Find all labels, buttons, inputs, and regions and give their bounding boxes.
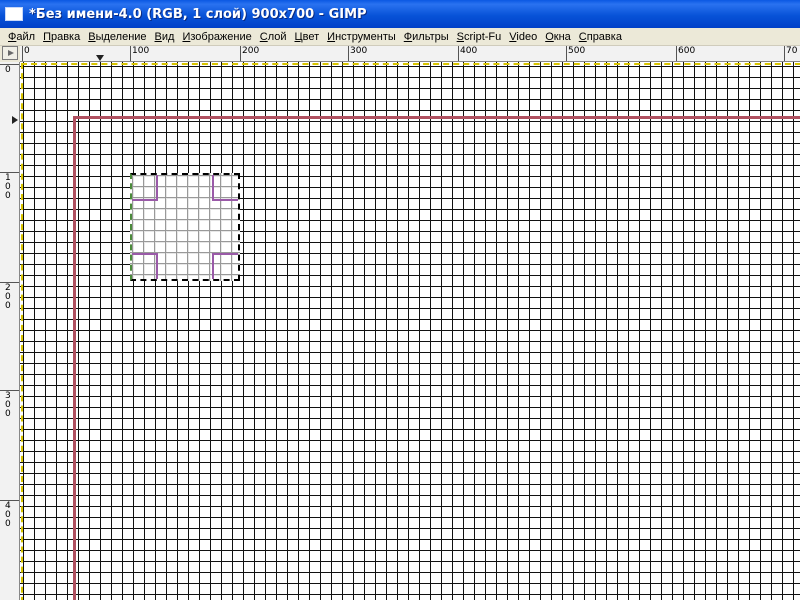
menu-image[interactable]: Изображение	[178, 29, 255, 45]
menu-video[interactable]: Video	[505, 29, 541, 45]
image-canvas[interactable]	[20, 62, 800, 600]
ruler-label-500: 500	[568, 46, 586, 56]
ruler-major-tick	[130, 46, 131, 61]
selection-handle-bottom-right[interactable]	[212, 253, 238, 279]
ruler-major-tick	[784, 46, 785, 61]
menu-view[interactable]: Вид	[151, 29, 179, 45]
ruler-label-400: 400	[5, 501, 11, 529]
vertical-guide[interactable]	[73, 116, 76, 600]
ruler-major-tick	[676, 46, 677, 61]
ruler-label-200: 200	[242, 46, 260, 56]
horizontal-guide[interactable]	[73, 116, 800, 119]
vertical-ruler[interactable]: 0 100 200 300 400	[0, 62, 20, 600]
menu-bar: Файл Правка Выделение Вид Изображение Сл…	[0, 28, 800, 46]
menu-layer[interactable]: Слой	[256, 29, 291, 45]
selection-handle-top-right[interactable]	[212, 175, 238, 201]
ruler-major-tick	[458, 46, 459, 61]
ruler-label-300: 300	[5, 391, 11, 419]
ruler-label-0: 0	[24, 46, 30, 56]
ruler-label-0: 0	[5, 65, 11, 75]
ruler-label-300: 300	[350, 46, 368, 56]
menu-windows[interactable]: Окна	[541, 29, 575, 45]
ruler-major-tick	[348, 46, 349, 61]
menu-help[interactable]: Справка	[575, 29, 626, 45]
horizontal-ruler[interactable]: 0 100 200 300 400 500 600 70	[20, 46, 800, 62]
rectangle-selection[interactable]	[130, 173, 240, 281]
menu-file[interactable]: Файл	[4, 29, 39, 45]
ruler-label-700: 70	[786, 46, 798, 56]
selection-handle-bottom-left[interactable]	[132, 253, 158, 279]
menu-edit[interactable]: Правка	[39, 29, 84, 45]
menu-filters[interactable]: Фильтры	[400, 29, 453, 45]
ruler-major-tick	[22, 46, 23, 61]
ruler-pointer-icon	[12, 116, 18, 124]
ruler-label-400: 400	[460, 46, 478, 56]
menu-colors[interactable]: Цвет	[291, 29, 324, 45]
image-window-icon	[5, 7, 23, 21]
window-title: *Без имени-4.0 (RGB, 1 слой) 900x700 - G…	[29, 6, 367, 22]
title-bar[interactable]: *Без имени-4.0 (RGB, 1 слой) 900x700 - G…	[0, 0, 800, 28]
ruler-label-100: 100	[132, 46, 150, 56]
ruler-label-600: 600	[678, 46, 696, 56]
menu-tools[interactable]: Инструменты	[323, 29, 400, 45]
selection-handle-top-left[interactable]	[132, 175, 158, 201]
ruler-pointer-icon	[96, 55, 104, 61]
ruler-label-100: 100	[5, 173, 11, 201]
ruler-label-200: 200	[5, 283, 11, 311]
ruler-major-tick	[240, 46, 241, 61]
menu-select[interactable]: Выделение	[84, 29, 150, 45]
menu-script-fu[interactable]: Script-Fu	[453, 29, 506, 45]
quick-mask-arrow-button[interactable]	[2, 46, 18, 60]
image-boundary	[21, 63, 800, 600]
ruler-major-tick	[566, 46, 567, 61]
